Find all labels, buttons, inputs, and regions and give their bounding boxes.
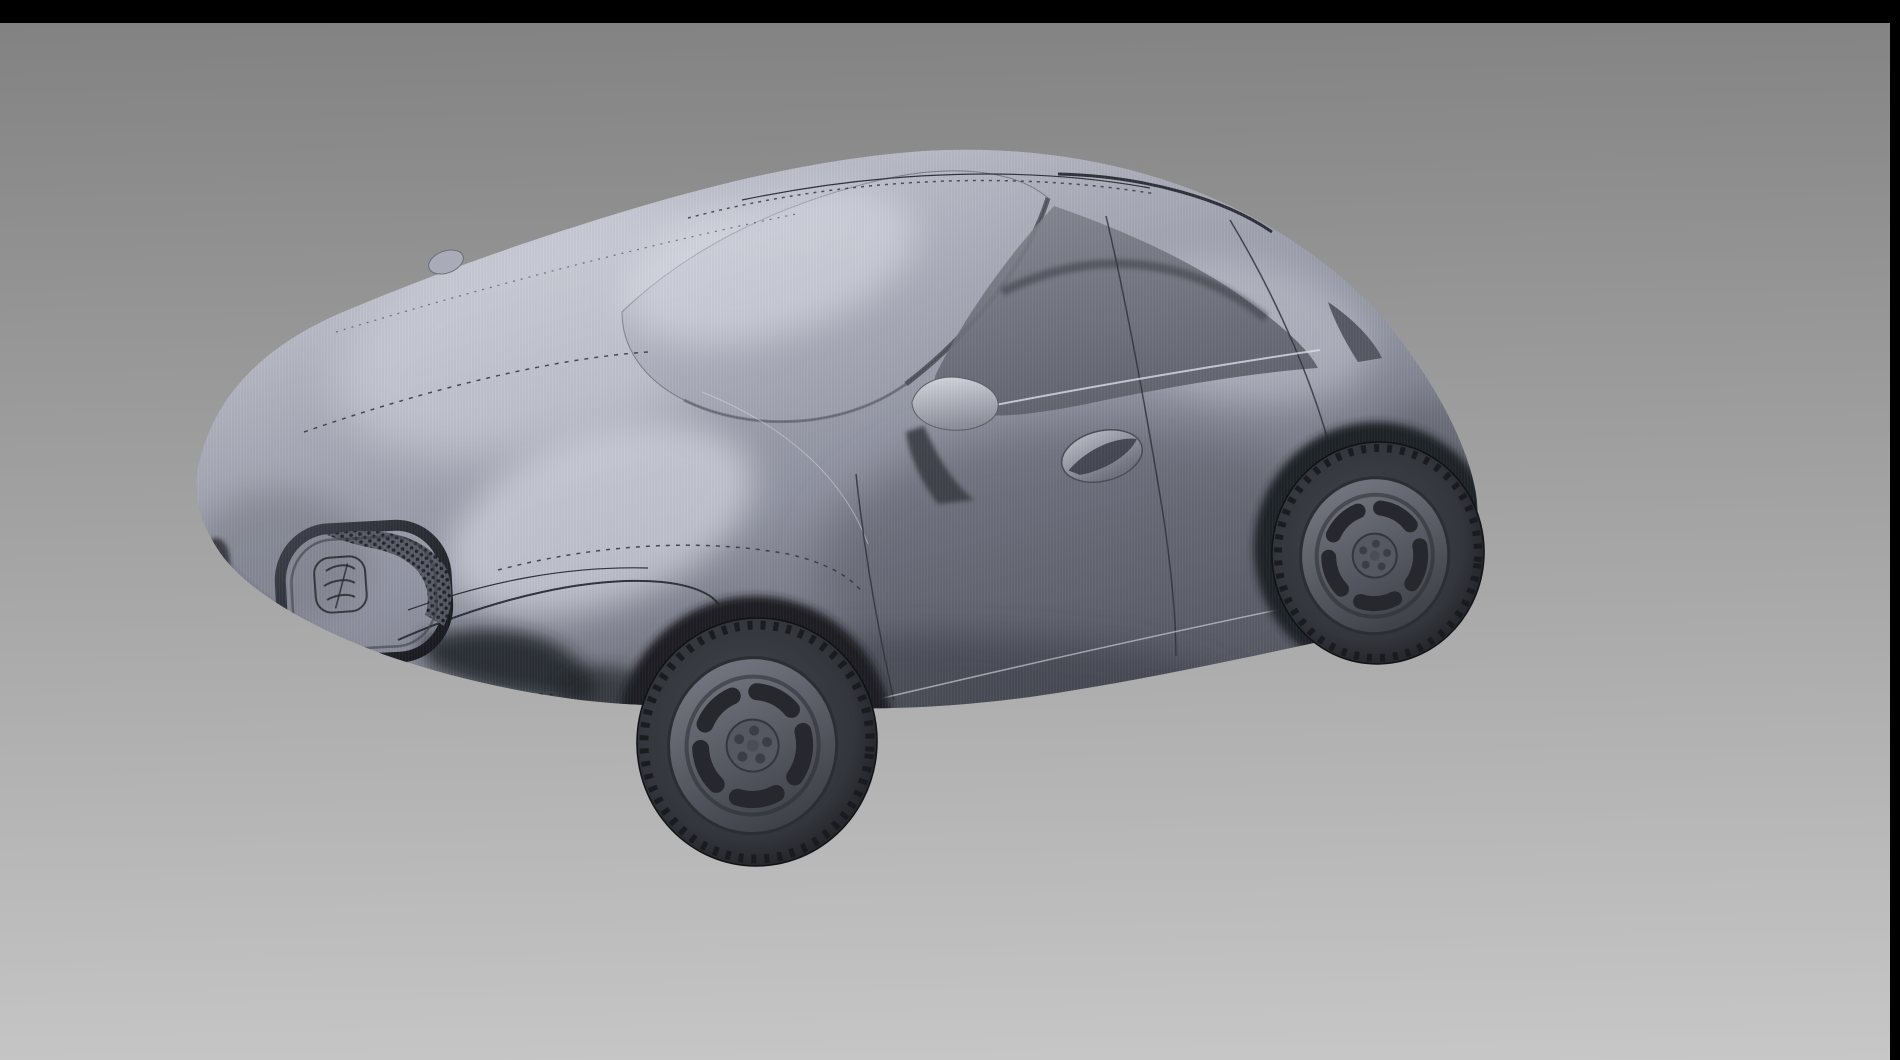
right-letterbox-bar: [1890, 0, 1900, 1060]
application-window: 3D CAD viewport rendering of a silver-gr…: [0, 0, 1900, 1060]
car-model[interactable]: [150, 120, 1550, 880]
top-letterbox-bar: [0, 0, 1900, 23]
3d-viewport[interactable]: [0, 0, 1900, 1060]
viewport-canvas[interactable]: [0, 0, 1900, 1060]
